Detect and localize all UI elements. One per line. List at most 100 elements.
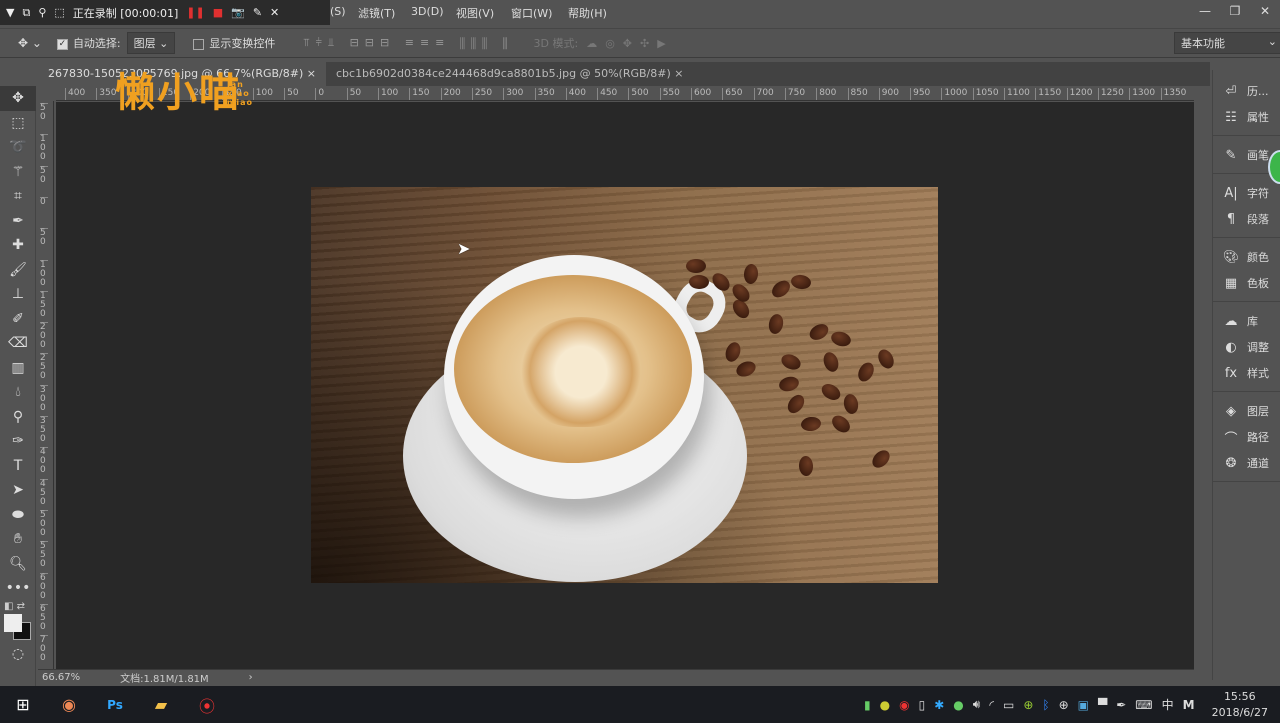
panel-paragraph[interactable]: ¶ 段落	[1213, 206, 1280, 232]
window-icon[interactable]: ⧉	[22, 6, 30, 20]
camera-icon[interactable]: 📷	[231, 6, 245, 19]
pen-icon[interactable]: ✒	[1116, 698, 1126, 712]
move-tool-icon[interactable]: ✥	[0, 86, 36, 111]
coffee-bean	[686, 259, 706, 273]
align-icons[interactable]: ⫪⫩⫫ ⊟⊟⊟ ≡≡≡ ⫼⫼⫼ ⫼	[303, 36, 513, 50]
search-icon[interactable]: ⚲	[38, 6, 46, 19]
tab-close-icon[interactable]: ×	[307, 67, 316, 80]
workspace-dropdown[interactable]: 基本功能 ⌄	[1174, 32, 1280, 54]
wechat-icon[interactable]: ●	[953, 698, 963, 712]
blur-tool-icon[interactable]: 💧︎	[0, 380, 36, 405]
recorder-app-icon[interactable]: ⦿	[184, 693, 230, 717]
healing-tool-icon[interactable]: ✚	[0, 233, 36, 258]
panel-color[interactable]: 🎨︎ 颜色	[1213, 244, 1280, 270]
panel-properties[interactable]: ☷ 属性	[1213, 104, 1280, 130]
network-icon[interactable]: ⊕	[1059, 698, 1069, 712]
collapse-icon[interactable]: ▼	[6, 6, 14, 19]
stamp-tool-icon[interactable]: ⊥	[0, 282, 36, 307]
watermark-subtext: lan xiao miao	[227, 80, 253, 107]
zoom-level[interactable]: 66.67%	[42, 672, 80, 683]
auto-select-target-dropdown[interactable]: 图层 ⌄	[126, 32, 176, 54]
panel-character[interactable]: A| 字符	[1213, 180, 1280, 206]
panel-swatches[interactable]: ▦ 色板	[1213, 270, 1280, 296]
type-tool-icon[interactable]: T	[0, 454, 36, 479]
swap-colors-icon[interactable]: ◧ ⇄	[0, 601, 35, 612]
tray-app-icon[interactable]: ▣	[1078, 698, 1089, 712]
record-tray-icon[interactable]: ◉	[899, 698, 909, 712]
history-brush-tool-icon[interactable]: ✐	[0, 307, 36, 332]
pause-icon[interactable]: ❚❚	[186, 6, 204, 19]
menu-help[interactable]: 帮助(H)	[568, 5, 607, 21]
battery-icon[interactable]: ▭	[1003, 698, 1014, 712]
bluetooth-icon[interactable]: ᛒ	[1042, 698, 1049, 712]
pen-tool-icon[interactable]: ✑	[0, 429, 36, 454]
minimize-button[interactable]: —	[1190, 0, 1220, 22]
panel-paths[interactable]: ⌒ 路径	[1213, 424, 1280, 450]
ruler-tick-label: 150	[40, 290, 48, 319]
ruler-tick-label: 200	[440, 88, 461, 100]
close-icon[interactable]: ✕	[270, 6, 279, 19]
restore-button[interactable]: ❐	[1220, 0, 1250, 22]
panel-layers[interactable]: ◈ 图层	[1213, 398, 1280, 424]
m-icon[interactable]: M	[1183, 698, 1195, 712]
ruler-tick-label: 50	[346, 88, 361, 100]
panel-channels[interactable]: ❂ 通道	[1213, 450, 1280, 476]
clock[interactable]: 15:56 2018/6/27	[1212, 689, 1268, 721]
panel-styles[interactable]: fx 样式	[1213, 360, 1280, 386]
coffee-bean	[688, 274, 710, 290]
zoom-tool-icon[interactable]: 🔍︎	[0, 552, 36, 577]
photoshop-icon[interactable]: Ps	[92, 698, 138, 712]
menu-select[interactable]: (S)	[330, 5, 346, 18]
snowflake-icon[interactable]: ✱	[934, 698, 944, 712]
ruler-tick-label: 500	[628, 88, 649, 100]
file-explorer-icon[interactable]: ▰	[138, 695, 184, 714]
app-icon-colorful[interactable]: ◉	[46, 695, 92, 714]
brush-tool-icon[interactable]: 🖌︎	[0, 258, 36, 283]
panel-label: 路径	[1247, 431, 1269, 444]
dodge-tool-icon[interactable]: ⚲	[0, 405, 36, 430]
hand-tool-icon[interactable]: ✋︎	[0, 527, 36, 552]
close-button[interactable]: ✕	[1250, 0, 1280, 22]
menu-view[interactable]: 视图(V)	[456, 5, 494, 21]
panel-history[interactable]: ⏎ 历...	[1213, 78, 1280, 104]
3d-mode-icons[interactable]: ☁◎✥✣▶	[586, 37, 674, 50]
region-icon[interactable]: ⬚	[54, 6, 64, 19]
ellipse-tool-icon[interactable]: ⬬	[0, 503, 36, 528]
move-icon[interactable]: ✥ ⌄	[18, 36, 42, 50]
tab-close-icon[interactable]: ×	[674, 67, 683, 80]
volume-icon[interactable]: 🔊︎	[973, 697, 981, 712]
display-icon[interactable]: ▀	[1098, 698, 1107, 712]
usb-icon[interactable]: ▮	[864, 698, 871, 712]
stop-icon[interactable]: ■	[213, 6, 223, 19]
lasso-tool-icon[interactable]: ➰	[0, 135, 36, 160]
panel-adjustments[interactable]: ◐ 调整	[1213, 334, 1280, 360]
magic-wand-tool-icon[interactable]: ⚚	[0, 160, 36, 185]
panel-libraries[interactable]: ☁ 库	[1213, 308, 1280, 334]
tab-document-2[interactable]: cbc1b6902d0384ce244468d9ca8801b5.jpg @ 5…	[326, 62, 693, 86]
path-select-tool-icon[interactable]: ➤	[0, 478, 36, 503]
eraser-tool-icon[interactable]: ⌫	[0, 331, 36, 356]
quick-mask-icon[interactable]: ◌	[0, 642, 36, 667]
menu-window[interactable]: 窗口(W)	[511, 5, 552, 21]
gradient-tool-icon[interactable]: ▥	[0, 356, 36, 381]
app-tray-icon[interactable]: ●	[880, 698, 890, 712]
eyedropper-tool-icon[interactable]: ✒	[0, 209, 36, 234]
marquee-tool-icon[interactable]: ⬚	[0, 111, 36, 136]
drive-icon[interactable]: ▯	[919, 698, 926, 712]
menu-3d[interactable]: 3D(D)	[411, 5, 444, 18]
document-image-coffee[interactable]	[311, 187, 938, 583]
keyboard-icon[interactable]: ⌨	[1135, 698, 1152, 712]
more-tool-icon[interactable]: •••	[0, 576, 36, 601]
show-transform-checkbox[interactable]: 显示变换控件	[193, 35, 275, 51]
plus-icon[interactable]: ⊕	[1023, 698, 1033, 712]
crop-tool-icon[interactable]: ⌗	[0, 184, 36, 209]
menu-filter[interactable]: 滤镜(T)	[358, 5, 395, 21]
color-swatches[interactable]	[0, 612, 35, 642]
status-arrow-icon[interactable]: ›	[249, 672, 253, 683]
wifi-icon[interactable]: ◜	[989, 698, 994, 712]
windows-start-icon[interactable]: ⊞	[0, 695, 46, 714]
auto-select-checkbox[interactable]: ✓ 自动选择:	[56, 35, 121, 51]
ime-indicator[interactable]: 中	[1162, 696, 1174, 713]
pencil-icon[interactable]: ✎	[253, 6, 262, 19]
ruler-tick-label: 700	[40, 635, 48, 663]
